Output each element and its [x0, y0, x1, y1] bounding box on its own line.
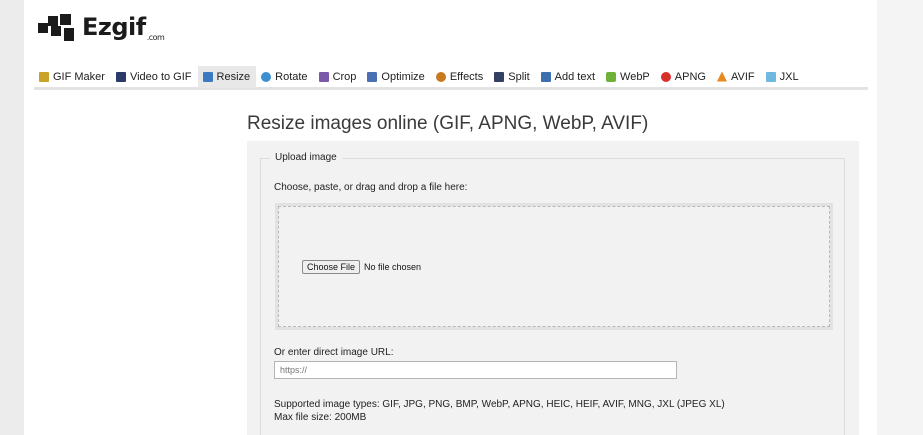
max-file-size-text: Max file size: 200MB: [274, 412, 367, 423]
avif-icon: [716, 71, 727, 82]
nav-item-label: Effects: [449, 70, 484, 83]
gif-maker-icon: [39, 71, 49, 82]
rotate-icon: [261, 71, 272, 82]
webp-icon: [606, 71, 617, 82]
split-icon: [494, 71, 505, 82]
upload-instructions: Choose, paste, or drag and drop a file h…: [274, 182, 468, 193]
image-url-input[interactable]: [274, 361, 677, 379]
nav-item-optimize[interactable]: Optimize: [362, 66, 430, 88]
ezgif-logo[interactable]: Ezgif.com: [38, 10, 165, 44]
crop-icon: [318, 71, 329, 82]
resize-icon: [202, 71, 213, 82]
logo-icon: [38, 14, 74, 41]
nav-item-label: Split: [508, 70, 530, 83]
jxl-icon: [765, 71, 776, 82]
nav-item-label: Add text: [554, 70, 596, 83]
nav-item-apng[interactable]: APNG: [656, 66, 712, 88]
nav-item-label: WebP: [620, 70, 650, 83]
nav-item-avif[interactable]: AVIF: [712, 66, 761, 88]
nav-item-label: APNG: [674, 70, 706, 83]
right-margin: [877, 0, 923, 435]
optimize-icon: [367, 71, 378, 82]
nav-item-jxl[interactable]: JXL: [761, 66, 805, 88]
nav-item-resize[interactable]: Resize: [197, 65, 257, 88]
main-nav: GIF Maker Video to GIF Resize Rotate Cro…: [34, 65, 868, 90]
nav-item-webp[interactable]: WebP: [601, 66, 656, 88]
add-text-icon: [540, 71, 551, 82]
effects-icon: [435, 71, 446, 82]
file-input[interactable]: Choose File No file chosen: [302, 260, 421, 274]
nav-item-add-text[interactable]: Add text: [536, 66, 601, 88]
nav-item-rotate[interactable]: Rotate: [256, 66, 313, 88]
apng-icon: [660, 71, 671, 82]
nav-item-split[interactable]: Split: [489, 66, 535, 88]
brand-name: Ezgif.com: [82, 13, 165, 42]
nav-item-label: Resize: [216, 70, 251, 83]
choose-file-button[interactable]: Choose File: [302, 260, 361, 274]
upload-panel: Upload image Choose, paste, or drag and …: [247, 141, 859, 435]
no-file-text: No file chosen: [364, 262, 422, 272]
nav-item-label: JXL: [779, 70, 799, 83]
page-container: Ezgif.com GIF Maker Video to GIF Resize …: [24, 0, 877, 435]
nav-item-label: Rotate: [275, 70, 308, 83]
nav-item-label: GIF Maker: [53, 70, 105, 83]
nav-item-crop[interactable]: Crop: [314, 66, 363, 88]
nav-item-label: Video to GIF: [129, 70, 192, 83]
upload-legend: Upload image: [270, 152, 342, 163]
film-icon: [115, 71, 126, 82]
nav-item-effects[interactable]: Effects: [431, 66, 489, 88]
supported-types-text: Supported image types: GIF, JPG, PNG, BM…: [274, 399, 725, 410]
upload-fieldset: Upload image Choose, paste, or drag and …: [260, 152, 845, 435]
nav-item-label: Crop: [332, 70, 357, 83]
nav-item-label: Optimize: [381, 70, 425, 83]
url-label: Or enter direct image URL:: [274, 347, 394, 358]
nav-item-gif-maker[interactable]: GIF Maker: [34, 66, 111, 88]
nav-item-video-to-gif[interactable]: Video to GIF: [111, 66, 198, 88]
file-drop-zone[interactable]: Choose File No file chosen: [275, 203, 833, 330]
page-title: Resize images online (GIF, APNG, WebP, A…: [247, 113, 649, 134]
nav-item-label: AVIF: [730, 70, 755, 83]
